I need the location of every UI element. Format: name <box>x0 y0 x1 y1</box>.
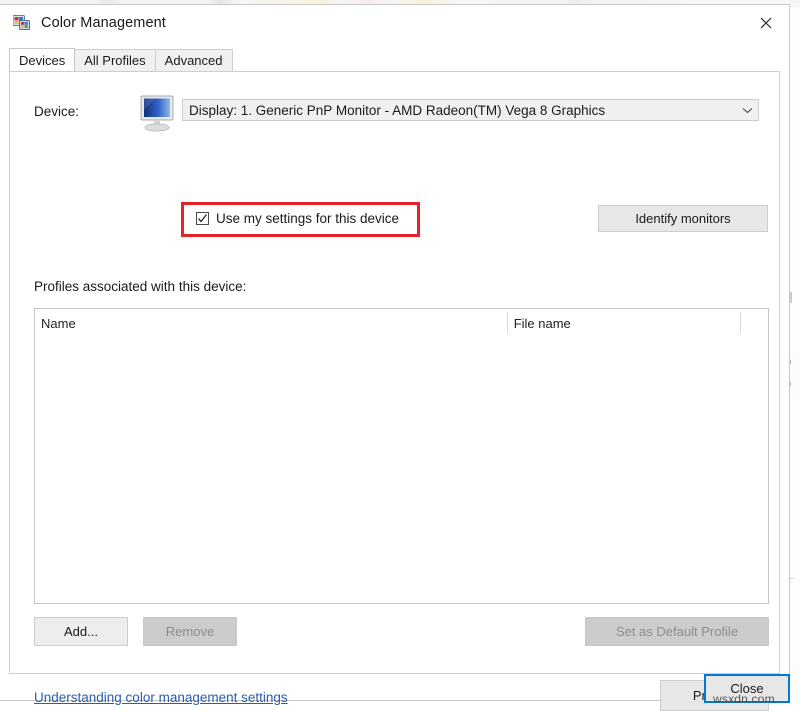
chevron-down-icon <box>736 107 758 114</box>
color-management-dialog: Color Management Devices All Profiles Ad… <box>0 4 790 701</box>
profiles-list-header: Name File name <box>35 309 768 337</box>
column-header-file-name-label: File name <box>514 316 571 331</box>
profiles-caption: Profiles associated with this device: <box>34 279 246 294</box>
device-label: Device: <box>34 104 79 119</box>
use-my-settings-checkbox[interactable]: Use my settings for this device <box>196 211 399 226</box>
identify-monitors-button[interactable]: Identify monitors <box>598 205 768 232</box>
column-header-extra[interactable] <box>741 309 768 337</box>
device-select-value: Display: 1. Generic PnP Monitor - AMD Ra… <box>183 103 736 118</box>
tab-devices[interactable]: Devices <box>9 48 75 71</box>
device-row: Device: Display: 1. Generi <box>34 94 759 136</box>
device-select[interactable]: Display: 1. Generic PnP Monitor - AMD Ra… <box>182 99 759 121</box>
column-header-name[interactable]: Name <box>35 309 508 337</box>
tab-strip: Devices All Profiles Advanced <box>9 48 780 71</box>
checkbox-checked-icon <box>196 212 209 225</box>
monitor-icon <box>137 94 179 134</box>
use-my-settings-highlight: Use my settings for this device <box>181 202 420 237</box>
watermark: wsxdn.com <box>713 692 775 706</box>
devices-tab-panel: Device: Display: 1. Generi <box>9 71 780 674</box>
title-bar: Color Management <box>0 5 789 41</box>
set-as-default-profile-button: Set as Default Profile <box>585 617 769 646</box>
column-header-name-label: Name <box>41 316 76 331</box>
profiles-list-body[interactable] <box>35 337 768 603</box>
color-management-icon <box>13 15 30 31</box>
tab-advanced[interactable]: Advanced <box>155 49 233 71</box>
use-my-settings-label: Use my settings for this device <box>216 211 399 226</box>
add-profile-button[interactable]: Add... <box>34 617 128 646</box>
profiles-list[interactable]: Name File name <box>34 308 769 604</box>
column-header-file-name[interactable]: File name <box>508 309 741 337</box>
understanding-color-management-link[interactable]: Understanding color management settings <box>34 690 288 705</box>
window-title: Color Management <box>41 15 166 31</box>
remove-profile-button: Remove <box>143 617 237 646</box>
tab-all-profiles[interactable]: All Profiles <box>74 49 155 71</box>
close-x-icon[interactable] <box>743 5 789 40</box>
